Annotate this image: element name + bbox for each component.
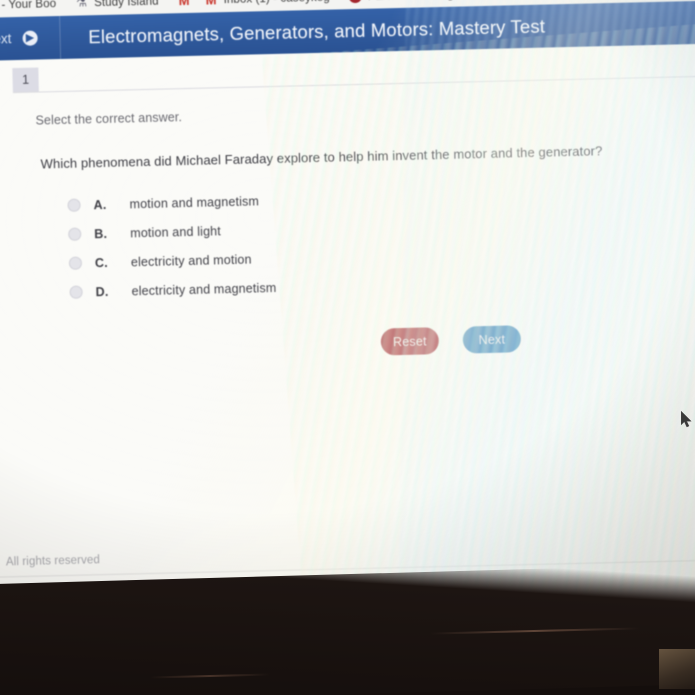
page-title: Electromagnets, Generators, and Motors: … [88, 15, 546, 47]
option-letter: C. [94, 255, 108, 270]
option-letter: A. [93, 197, 107, 212]
mouse-cursor [681, 411, 692, 428]
reset-button[interactable]: Reset [380, 327, 440, 356]
photo-glare [0, 0, 695, 638]
answer-options-list: A. motion and magnetism B. motion and li… [67, 186, 277, 307]
bookmark-label: PLATO Learning Env [368, 0, 478, 2]
header-next-button[interactable]: Next ▶ [0, 30, 38, 47]
option-text: electricity and magnetism [131, 280, 277, 298]
laptop-screen: assessments delivery/ua/mt/launch/491063… [0, 0, 695, 638]
photo-vignette [0, 0, 695, 638]
footer-copyright: All rights reserved [5, 554, 101, 569]
bookmark-plato[interactable]: e PLATO Learning Env [348, 0, 478, 4]
instruction-text: Select the correct answer. [35, 110, 183, 128]
bookmark-symbaloo[interactable]: mbaloo - Your Boo [0, 0, 56, 13]
bookmark-label: mbaloo - Your Boo [0, 0, 57, 12]
study-island-icon: ⚗ [76, 0, 88, 10]
moire-pattern-secondary [398, 0, 695, 618]
radio-button-a[interactable] [67, 198, 81, 212]
bookmark-inbox[interactable]: M Inbox (1) - caseykeg [204, 0, 329, 8]
option-text: electricity and motion [130, 252, 252, 269]
bezel-highlight [430, 627, 640, 635]
bezel-highlight-secondary [149, 673, 271, 679]
option-text: motion and light [130, 223, 222, 240]
question-number-tab[interactable]: 1 [12, 67, 39, 94]
footer-divider [0, 559, 695, 578]
action-buttons: Reset Next [380, 325, 522, 356]
bookmark-study-island[interactable]: ⚗ Study Island [75, 0, 159, 10]
bookmark-label: Study Island [93, 0, 159, 9]
radio-button-d[interactable] [69, 285, 83, 299]
bookmark-gmail[interactable]: M [177, 0, 190, 9]
gmail-icon: M [178, 0, 190, 9]
header-next-label: Next [0, 31, 12, 47]
bookmark-label: Inbox (1) - caseykeg [223, 0, 329, 6]
option-text: motion and magnetism [129, 193, 260, 211]
option-letter: D. [95, 284, 109, 299]
question-text: Which phenomena did Michael Faraday expl… [40, 143, 603, 172]
gmail-icon: M [204, 0, 217, 8]
option-letter: B. [94, 226, 108, 241]
next-button[interactable]: Next [462, 325, 522, 354]
laptop-photo-frame: assessments delivery/ua/mt/launch/491063… [0, 0, 695, 695]
answer-option-d[interactable]: D. electricity and magnetism [69, 273, 277, 307]
bezel-corner-object [659, 649, 695, 689]
plato-icon: e [348, 0, 362, 4]
radio-button-c[interactable] [68, 256, 83, 270]
arrow-right-circle-icon: ▶ [22, 30, 38, 46]
header-divider [58, 15, 61, 60]
radio-button-b[interactable] [68, 227, 82, 241]
moire-pattern [261, 17, 695, 616]
